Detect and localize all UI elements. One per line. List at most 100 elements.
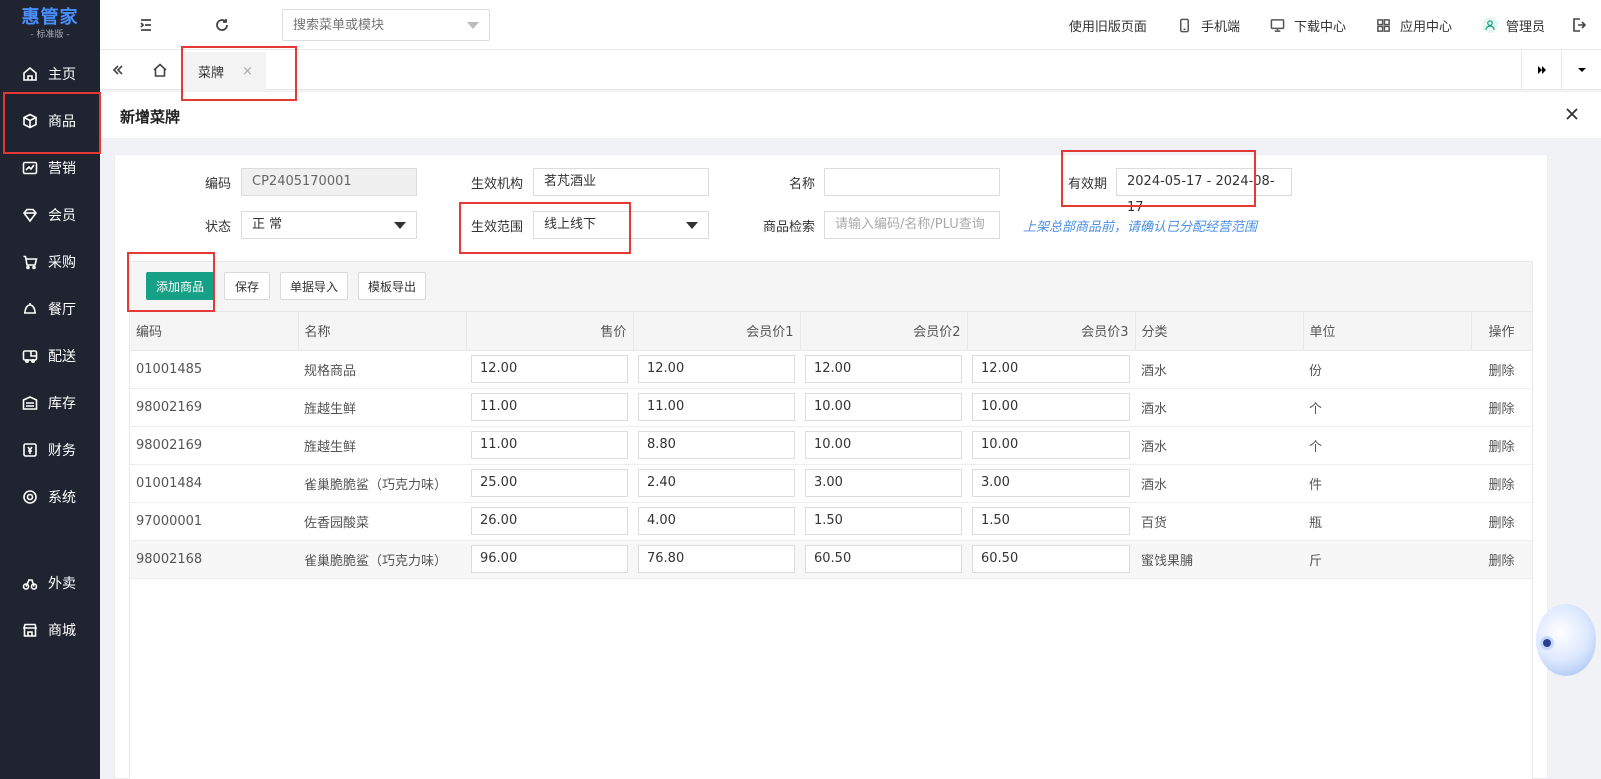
member-price-3-input[interactable]: 60.50 bbox=[972, 545, 1130, 573]
user-menu[interactable]: 管理员 bbox=[1481, 16, 1545, 35]
member-price-3-input[interactable]: 10.00 bbox=[972, 431, 1130, 459]
mobile-link[interactable]: 手机端 bbox=[1177, 16, 1240, 35]
logo[interactable]: 惠管家 - 标准版 - bbox=[0, 0, 100, 48]
sidebar-item-mall[interactable]: 商城 bbox=[0, 610, 100, 650]
save-button[interactable]: 保存 bbox=[224, 272, 270, 300]
delete-link[interactable]: 删除 bbox=[1471, 464, 1532, 503]
member-price-3-input[interactable]: 12.00 bbox=[972, 355, 1130, 383]
delete-link[interactable]: 删除 bbox=[1471, 350, 1532, 389]
close-icon[interactable] bbox=[1563, 105, 1581, 123]
table-row: 98002168 雀巢脆脆鲨（巧克力味） 96.00 76.80 60.50 60.50 蜜… bbox=[130, 540, 1532, 579]
status-select[interactable]: 正 常 bbox=[241, 211, 417, 239]
cell-code: 01001484 bbox=[130, 464, 298, 503]
member-price-3-input[interactable]: 10.00 bbox=[972, 393, 1130, 421]
tabs-more-icon[interactable] bbox=[1561, 50, 1601, 90]
member-price-2-input[interactable]: 10.00 bbox=[805, 393, 962, 421]
code-field: CP2405170001 bbox=[241, 168, 417, 196]
col-header-code[interactable]: 编码 bbox=[130, 312, 299, 351]
refresh-icon[interactable] bbox=[212, 15, 232, 35]
col-header-unit[interactable]: 单位 bbox=[1303, 312, 1472, 351]
member-price-1-input[interactable]: 76.80 bbox=[638, 545, 795, 573]
menu-search-select[interactable] bbox=[282, 9, 490, 41]
tabs-scroll-left-icon[interactable] bbox=[100, 50, 136, 90]
scope-select[interactable]: 线上线下 bbox=[533, 211, 709, 239]
collapse-menu-icon[interactable] bbox=[136, 15, 156, 35]
member-price-2-input[interactable]: 1.50 bbox=[805, 507, 962, 535]
sidebar-item-home[interactable]: 主页 bbox=[0, 54, 100, 94]
table-cell: 4.00 bbox=[633, 502, 800, 541]
price-input[interactable]: 11.00 bbox=[471, 393, 628, 421]
member-price-1-input[interactable]: 2.40 bbox=[638, 469, 795, 497]
org-field[interactable]: 茗芃酒业 bbox=[533, 168, 709, 196]
sidebar-item-label: 库存 bbox=[48, 396, 76, 412]
col-header-category[interactable]: 分类 bbox=[1135, 312, 1304, 351]
price-input[interactable]: 11.00 bbox=[471, 431, 628, 459]
price-input[interactable]: 96.00 bbox=[471, 545, 628, 573]
sidebar-item-system[interactable]: 系统 bbox=[0, 477, 100, 517]
scope-hint: 上架总部商品前，请确认已分配经营范围 bbox=[1023, 220, 1258, 235]
member-price-2-input[interactable]: 10.00 bbox=[805, 431, 962, 459]
sidebar-item-delivery[interactable]: 配送 bbox=[0, 336, 100, 376]
member-price-1-input[interactable]: 4.00 bbox=[638, 507, 795, 535]
sidebar-item-takeout[interactable]: 外卖 bbox=[0, 563, 100, 603]
member-price-2-input[interactable]: 3.00 bbox=[805, 469, 962, 497]
name-label: 名称 bbox=[788, 177, 815, 192]
col-header-member-price-1[interactable]: 会员价1 bbox=[633, 312, 801, 351]
menu-search-input[interactable] bbox=[283, 10, 453, 40]
tab-menu-card[interactable]: 菜牌 × bbox=[184, 50, 266, 90]
sidebar-item-finance[interactable]: 财务 bbox=[0, 430, 100, 470]
sidebar-item-label: 财务 bbox=[48, 443, 76, 459]
chevron-down-icon bbox=[394, 222, 406, 229]
sidebar-item-inventory[interactable]: 库存 bbox=[0, 383, 100, 423]
price-input[interactable]: 25.00 bbox=[471, 469, 628, 497]
old-version-link[interactable]: 使用旧版页面 bbox=[1069, 16, 1147, 35]
validity-date-range[interactable]: 2024-05-17 - 2024-08-17 bbox=[1116, 168, 1292, 215]
col-header-member-price-3[interactable]: 会员价3 bbox=[967, 312, 1136, 351]
delete-link[interactable]: 删除 bbox=[1471, 388, 1532, 427]
member-price-2-input[interactable]: 60.50 bbox=[805, 545, 962, 573]
delete-link[interactable]: 删除 bbox=[1471, 540, 1532, 579]
sidebar-item-marketing[interactable]: 营销 bbox=[0, 148, 100, 188]
col-header-price[interactable]: 售价 bbox=[466, 312, 634, 351]
monitor-icon bbox=[1270, 17, 1286, 33]
cell-code: 97000001 bbox=[130, 502, 298, 541]
goods-search-input[interactable]: 请输入编码/名称/PLU查询 bbox=[824, 211, 1000, 239]
member-price-3-input[interactable]: 3.00 bbox=[972, 469, 1130, 497]
delete-link[interactable]: 删除 bbox=[1471, 502, 1532, 541]
sidebar-item-restaurant[interactable]: 餐厅 bbox=[0, 289, 100, 329]
col-header-name[interactable]: 名称 bbox=[298, 312, 467, 351]
grid-toolbar: 添加商品 保存 单据导入 模板导出 bbox=[130, 262, 1532, 312]
table-cell: 76.80 bbox=[633, 540, 800, 579]
member-price-2-input[interactable]: 12.00 bbox=[805, 355, 962, 383]
assistant-float-button[interactable] bbox=[1536, 604, 1596, 676]
logout-icon[interactable] bbox=[1571, 17, 1587, 33]
sidebar-item-label: 商品 bbox=[48, 114, 76, 130]
app-center-link[interactable]: 应用中心 bbox=[1376, 16, 1452, 35]
finance-icon bbox=[22, 442, 38, 458]
table-cell: 10.00 bbox=[967, 426, 1135, 465]
bike-icon bbox=[22, 575, 38, 591]
status-value: 正 常 bbox=[252, 217, 283, 232]
price-input[interactable]: 12.00 bbox=[471, 355, 628, 383]
member-price-1-input[interactable]: 8.80 bbox=[638, 431, 795, 459]
sidebar-item-purchase[interactable]: 采购 bbox=[0, 242, 100, 282]
delete-link[interactable]: 删除 bbox=[1471, 426, 1532, 465]
name-field[interactable] bbox=[824, 168, 1000, 196]
member-price-1-input[interactable]: 12.00 bbox=[638, 355, 795, 383]
table-cell: 11.00 bbox=[633, 388, 800, 427]
import-button[interactable]: 单据导入 bbox=[280, 272, 348, 300]
sidebar-item-goods[interactable]: 商品 bbox=[0, 101, 100, 141]
member-price-3-input[interactable]: 1.50 bbox=[972, 507, 1130, 535]
table-cell: 3.00 bbox=[967, 464, 1135, 503]
tabs-scroll-right-icon[interactable] bbox=[1521, 50, 1561, 90]
col-header-member-price-2[interactable]: 会员价2 bbox=[800, 312, 968, 351]
home-tab-icon[interactable] bbox=[142, 50, 178, 90]
download-center-link[interactable]: 下载中心 bbox=[1270, 16, 1346, 35]
sidebar-item-member[interactable]: 会员 bbox=[0, 195, 100, 235]
member-price-1-input[interactable]: 11.00 bbox=[638, 393, 795, 421]
close-icon[interactable]: × bbox=[242, 64, 253, 79]
price-input[interactable]: 26.00 bbox=[471, 507, 628, 535]
code-label: 编码 bbox=[204, 177, 231, 192]
add-goods-button[interactable]: 添加商品 bbox=[146, 272, 214, 300]
export-template-button[interactable]: 模板导出 bbox=[358, 272, 426, 300]
